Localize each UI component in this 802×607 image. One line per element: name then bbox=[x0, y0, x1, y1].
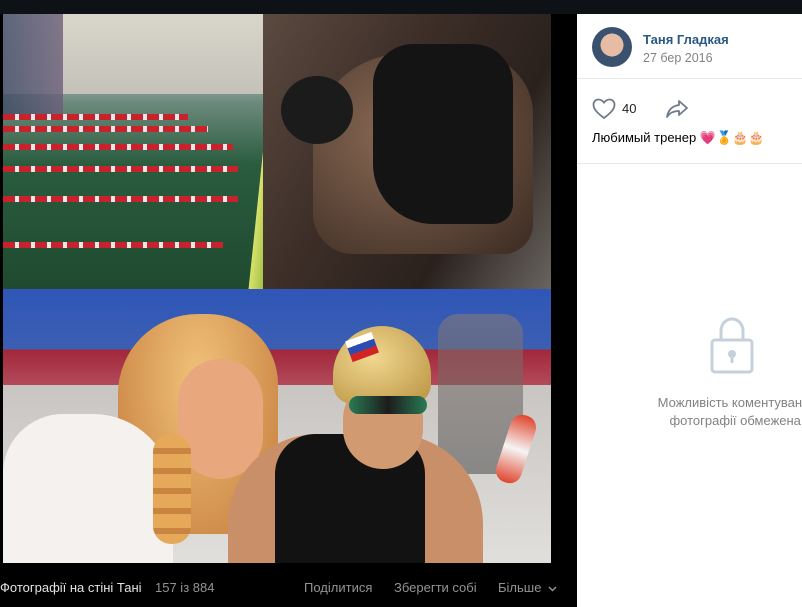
description-text: Любимый тренер bbox=[592, 130, 697, 145]
goggles bbox=[349, 396, 427, 414]
share-button[interactable]: Поділитися bbox=[304, 580, 372, 595]
medal-emoji-icon: 🏅 bbox=[716, 130, 733, 145]
lane-rope bbox=[3, 166, 238, 172]
lane-rope bbox=[3, 196, 238, 202]
save-button[interactable]: Зберегти собі bbox=[394, 580, 477, 595]
post-description: Любимый тренер 💗🏅🎂🎂 bbox=[592, 130, 765, 146]
coach-braid bbox=[153, 434, 191, 544]
heart-icon[interactable] bbox=[592, 98, 616, 120]
heart-emoji-icon: 💗 bbox=[699, 130, 717, 145]
lane-rope bbox=[3, 126, 208, 132]
chevron-down-icon bbox=[548, 586, 557, 592]
spectators bbox=[3, 14, 63, 114]
divider bbox=[577, 163, 802, 164]
photo-viewer bbox=[0, 14, 577, 607]
more-label: Більше bbox=[498, 580, 542, 595]
coach-shirt bbox=[3, 414, 173, 563]
swimmer-cap bbox=[281, 76, 353, 144]
avatar[interactable] bbox=[592, 27, 632, 67]
notice-line-2: фотографії обмежена. bbox=[669, 413, 802, 428]
top-bar bbox=[0, 0, 802, 14]
more-button[interactable]: Більше bbox=[498, 580, 557, 595]
cake-emoji-icon: 🎂 bbox=[748, 130, 765, 145]
post-info-panel: Таня Гладкая 27 бер 2016 40 Любимый трен… bbox=[577, 14, 802, 607]
notice-line-1: Можливість коментування bbox=[657, 395, 802, 410]
photo[interactable] bbox=[3, 14, 551, 563]
lock-icon bbox=[710, 317, 754, 374]
post-date[interactable]: 27 бер 2016 bbox=[643, 51, 713, 65]
lane-rope bbox=[3, 114, 188, 120]
photo-caption-bar: Фотографії на стіні Тані 157 із 884 Поді… bbox=[0, 575, 577, 603]
lane-rope bbox=[3, 144, 233, 150]
swimmer-suit bbox=[373, 44, 513, 224]
cake-emoji-icon: 🎂 bbox=[732, 130, 749, 145]
share-arrow-icon[interactable] bbox=[665, 98, 689, 120]
lane-rope bbox=[3, 242, 223, 248]
divider bbox=[577, 78, 802, 79]
album-title[interactable]: Фотографії на стіні Тані bbox=[0, 580, 142, 595]
comments-restricted-notice: Можливість коментування фотографії обмеж… bbox=[637, 394, 802, 430]
photo-counter: 157 із 884 bbox=[155, 580, 215, 595]
pool-photo-top bbox=[3, 14, 551, 294]
like-count[interactable]: 40 bbox=[622, 101, 636, 116]
author-name[interactable]: Таня Гладкая bbox=[643, 32, 729, 47]
